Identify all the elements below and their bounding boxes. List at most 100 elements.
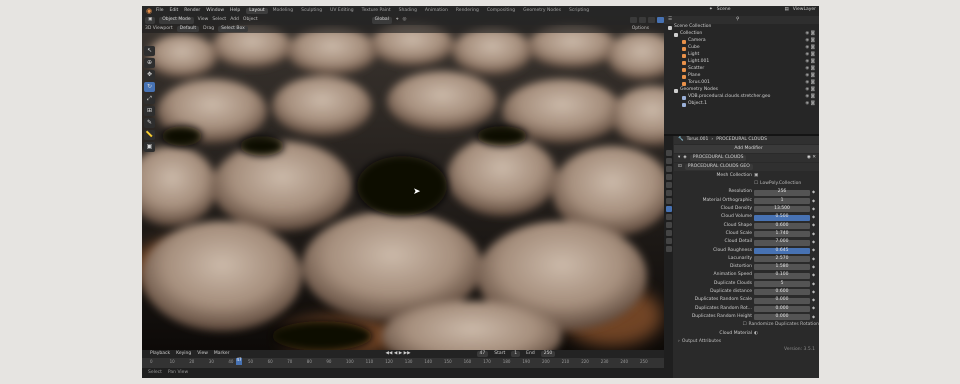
visibility-eye-icon[interactable]: ◉ ◙ <box>805 102 815 107</box>
visibility-eye-icon[interactable]: ◉ ◙ <box>805 53 815 58</box>
tab-constraints-icon[interactable] <box>665 230 672 236</box>
modifier-header[interactable]: ▾ ◈ PROCEDURAL CLOUDS ◉ ✕ <box>674 154 819 162</box>
options-dropdown[interactable]: Options <box>632 26 649 32</box>
outliner-row[interactable]: Scatter ◉ ◙ <box>664 66 819 73</box>
outliner-icon[interactable]: ☰ <box>668 17 672 23</box>
workspace-tab-shading[interactable]: Shading <box>396 8 420 15</box>
workspace-tab-compositing[interactable]: Compositing <box>484 8 518 15</box>
keyframe-icon[interactable]: ◆ <box>812 215 817 220</box>
visibility-eye-icon[interactable]: ◉ ◙ <box>805 95 815 100</box>
tab-view-layer-icon[interactable] <box>665 174 672 180</box>
outliner-row[interactable]: Light ◉ ◙ <box>664 52 819 59</box>
solid-shading-button[interactable] <box>639 17 646 23</box>
view-layer-name[interactable]: ViewLayer <box>793 7 816 13</box>
play-controls[interactable]: ◀◀ ◀ ▶ ▶▶ <box>385 351 410 357</box>
outliner-row[interactable]: Light.001 ◉ ◙ <box>664 59 819 66</box>
timeline-menu-marker[interactable]: Marker <box>214 351 230 357</box>
keyframe-icon[interactable]: ◆ <box>812 273 817 278</box>
workspace-tab-texture-paint[interactable]: Texture Paint <box>359 8 394 15</box>
menu-window[interactable]: Window <box>206 8 224 14</box>
wireframe-shading-button[interactable] <box>630 17 637 23</box>
mode-dropdown[interactable]: Object Mode <box>159 17 194 24</box>
tool-annotate-icon[interactable]: ✎ <box>144 118 155 128</box>
material-sphere-icon[interactable]: ◐ <box>754 331 758 337</box>
tab-physics-icon[interactable] <box>665 222 672 228</box>
collection-picker-icon[interactable]: ▣ <box>754 173 758 179</box>
visibility-eye-icon[interactable]: ◉ ◙ <box>805 46 815 51</box>
collapse-icon[interactable]: › <box>678 339 680 345</box>
viewport[interactable]: ▣ Object Mode View Select Add Object Glo… <box>142 16 664 350</box>
expand-icon[interactable]: ▾ <box>678 155 680 161</box>
editor-type-button[interactable]: ▣ <box>145 17 156 24</box>
property-value-field[interactable]: 0.645 <box>754 247 810 254</box>
viewport-menu-add[interactable]: Add <box>230 18 239 23</box>
property-value-field[interactable]: 1.740 <box>754 231 810 238</box>
keyframe-icon[interactable]: ◆ <box>812 198 817 204</box>
outliner-row[interactable]: Geometry Nodes ◉ ◙ <box>664 87 819 94</box>
property-value-field[interactable]: 1 <box>754 198 810 205</box>
workspace-tab-sculpting[interactable]: Sculpting <box>298 8 325 15</box>
timeline-menu-keying[interactable]: Keying <box>176 351 191 357</box>
select-box-dropdown[interactable]: Select Box <box>218 25 248 33</box>
snap-icon[interactable]: ⌖ <box>396 18 399 23</box>
workspace-tab-rendering[interactable]: Rendering <box>453 8 482 15</box>
scene-name[interactable]: Scene <box>717 7 731 13</box>
keyframe-icon[interactable]: ◆ <box>812 264 817 270</box>
workspace-tab-scripting[interactable]: Scripting <box>566 8 592 15</box>
outliner-row[interactable]: Object.1 ◉ ◙ <box>664 101 819 108</box>
keyframe-icon[interactable]: ◆ <box>812 223 817 228</box>
tab-particles-icon[interactable] <box>665 214 672 220</box>
keyframe-icon[interactable]: ◆ <box>812 190 817 195</box>
property-value-field[interactable]: 0.000 <box>754 314 810 321</box>
orientation-dropdown[interactable]: Global <box>371 17 392 24</box>
property-value-field[interactable]: 0.000 <box>754 305 810 312</box>
visibility-eye-icon[interactable]: ◉ ◙ <box>805 32 815 37</box>
keyframe-icon[interactable]: ◆ <box>812 281 817 287</box>
tab-data-icon[interactable] <box>665 238 672 244</box>
playhead[interactable]: 47 <box>236 358 242 365</box>
timeline-ruler[interactable]: 47 0 10 20 30 40 50 60 70 80 90 100 110 120 130 140 150… <box>142 358 664 368</box>
keyframe-icon[interactable]: ◆ <box>812 289 817 295</box>
keyframe-icon[interactable]: ◆ <box>812 314 817 320</box>
visibility-eye-icon[interactable]: ◉ ◙ <box>805 88 815 93</box>
pivot-dropdown[interactable]: Default <box>176 25 200 33</box>
tool-rotate-icon[interactable]: ↻ <box>144 82 155 92</box>
tool-scale-icon[interactable]: ⤢ <box>144 94 155 104</box>
collection-checkbox[interactable]: ☐ <box>754 182 758 187</box>
add-modifier-button[interactable]: Add Modifier <box>674 145 819 153</box>
collection-checkbox-row[interactable]: ☐ LowPoly.Collection <box>674 180 819 188</box>
property-value-field[interactable]: 2.570 <box>754 256 810 263</box>
visibility-eye-icon[interactable]: ◉ ◙ <box>805 39 815 44</box>
property-value-field[interactable]: 13.500 <box>754 206 810 213</box>
material-shading-button[interactable] <box>648 17 655 23</box>
rendered-shading-button[interactable] <box>657 17 664 23</box>
tool-measure-icon[interactable]: 📏 <box>144 130 155 140</box>
outliner-row[interactable]: VDB.procedural.clouds.stretcher.geo ◉ ◙ <box>664 94 819 101</box>
current-frame-field[interactable]: 47 <box>476 350 489 358</box>
tool-move-icon[interactable]: ✥ <box>144 70 155 80</box>
tab-material-icon[interactable] <box>665 246 672 252</box>
keyframe-icon[interactable]: ◆ <box>812 240 817 245</box>
menu-render[interactable]: Render <box>184 8 200 14</box>
outliner-row[interactable]: Collection ◉ ◙ <box>664 31 819 38</box>
outliner-row[interactable]: Camera ◉ ◙ <box>664 38 819 45</box>
keyframe-icon[interactable]: ◆ <box>812 231 817 237</box>
keyframe-icon[interactable]: ◆ <box>812 248 817 253</box>
property-value-field[interactable]: 7.000 <box>754 239 810 246</box>
outliner-filter-icon[interactable]: ⚲ <box>736 17 739 23</box>
viewport-menu-view[interactable]: View <box>198 18 209 23</box>
visibility-eye-icon[interactable]: ◉ ◙ <box>805 60 815 65</box>
property-value-field[interactable]: 256 <box>754 189 810 196</box>
workspace-tab-animation[interactable]: Animation <box>422 8 451 15</box>
tab-tool-icon[interactable] <box>665 150 672 156</box>
tab-modifiers-icon[interactable] <box>665 206 672 212</box>
blender-logo-icon[interactable]: ◉ <box>145 7 153 15</box>
proportional-edit-icon[interactable]: ◎ <box>402 18 406 23</box>
keyframe-icon[interactable]: ◆ <box>812 298 817 303</box>
keyframe-icon[interactable]: ◆ <box>812 306 817 311</box>
random-toggle-row[interactable]: ☐ Randomize Duplicates Rotation <box>674 321 819 329</box>
menu-edit[interactable]: Edit <box>170 8 179 14</box>
start-frame-field[interactable]: 1 <box>511 350 521 358</box>
property-value-field[interactable]: 1.580 <box>754 264 810 271</box>
property-value-field[interactable]: 0.600 <box>754 289 810 296</box>
